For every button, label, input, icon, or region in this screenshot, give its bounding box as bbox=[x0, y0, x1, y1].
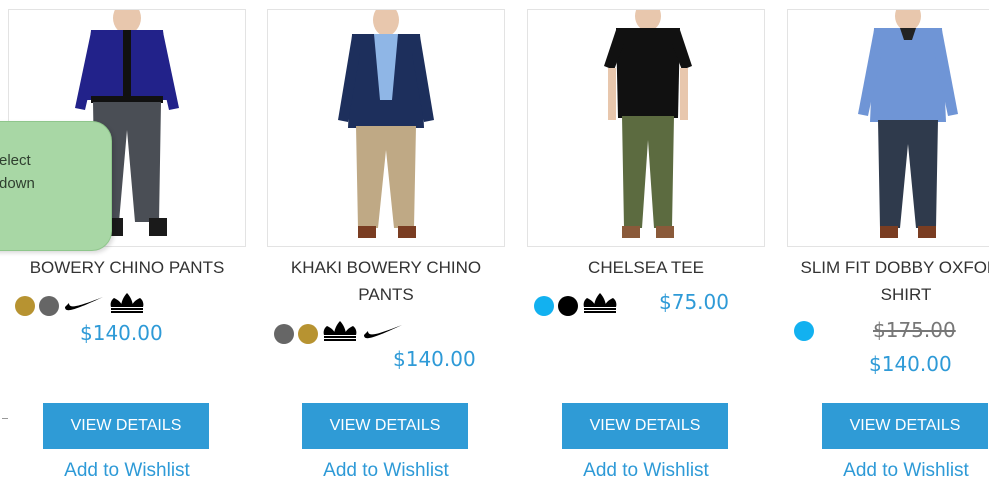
original-price: $175.00 bbox=[873, 318, 956, 342]
swatch-blue[interactable] bbox=[794, 321, 814, 341]
color-swatches bbox=[534, 292, 618, 319]
view-details-button[interactable]: VIEW DETAILS bbox=[562, 403, 728, 449]
swatch-grey[interactable] bbox=[274, 323, 294, 344]
color-swatches bbox=[274, 320, 404, 347]
edge-mark bbox=[2, 418, 8, 419]
product-price: $140.00 bbox=[393, 347, 476, 371]
adidas-trefoil-icon[interactable] bbox=[109, 292, 145, 319]
color-swatches bbox=[794, 321, 814, 341]
select-dropdown-tooltip: elect down bbox=[0, 121, 112, 251]
product-image[interactable] bbox=[787, 9, 989, 247]
swatch-black[interactable] bbox=[558, 295, 578, 316]
view-details-button[interactable]: VIEW DETAILS bbox=[302, 403, 468, 449]
nike-swoosh-icon[interactable] bbox=[63, 293, 105, 318]
view-details-button[interactable]: VIEW DETAILS bbox=[43, 403, 209, 449]
product-title[interactable]: BOWERY CHINO PANTS bbox=[8, 254, 246, 281]
product-title[interactable]: CHELSEA TEE bbox=[527, 254, 765, 281]
nike-swoosh-icon[interactable] bbox=[362, 321, 404, 346]
view-details-button[interactable]: VIEW DETAILS bbox=[822, 403, 988, 449]
product-card-chelsea-tee: CHELSEA TEE $75.00 VIEW DETAILS Add to W… bbox=[527, 0, 777, 484]
color-swatches bbox=[15, 292, 145, 319]
product-price: $140.00 bbox=[869, 352, 952, 376]
product-card-khaki-bowery-chino-pants: KHAKI BOWERY CHINO PANTS $140.00 VIEW DE… bbox=[267, 0, 517, 484]
add-to-wishlist-link[interactable]: Add to Wishlist bbox=[527, 460, 765, 482]
product-card-slim-fit-dobby-oxford-shirt: SLIM FIT DOBBY OXFORD SHIRT $175.00 $140… bbox=[787, 0, 989, 484]
add-to-wishlist-link[interactable]: Add to Wishlist bbox=[267, 460, 505, 482]
swatch-blue[interactable] bbox=[534, 295, 554, 316]
model-photo-navy-blazer-khaki-pants bbox=[268, 10, 504, 246]
add-to-wishlist-link[interactable]: Add to Wishlist bbox=[787, 460, 989, 482]
add-to-wishlist-link[interactable]: Add to Wishlist bbox=[8, 460, 246, 482]
product-price: $140.00 bbox=[80, 321, 163, 345]
swatch-grey[interactable] bbox=[39, 295, 59, 316]
product-image[interactable] bbox=[267, 9, 505, 247]
product-title[interactable]: SLIM FIT DOBBY OXFORD SHIRT bbox=[787, 254, 989, 308]
model-photo-black-tee-olive-pants bbox=[528, 10, 764, 246]
tooltip-text: elect down bbox=[0, 152, 35, 192]
swatch-gold[interactable] bbox=[15, 295, 35, 316]
product-image[interactable] bbox=[527, 9, 765, 247]
adidas-trefoil-icon[interactable] bbox=[582, 292, 618, 319]
swatch-gold[interactable] bbox=[298, 323, 318, 344]
product-price: $75.00 bbox=[659, 290, 729, 314]
adidas-trefoil-icon[interactable] bbox=[322, 320, 358, 347]
model-photo-blue-shirt-jeans bbox=[788, 10, 989, 246]
product-title[interactable]: KHAKI BOWERY CHINO PANTS bbox=[267, 254, 505, 308]
